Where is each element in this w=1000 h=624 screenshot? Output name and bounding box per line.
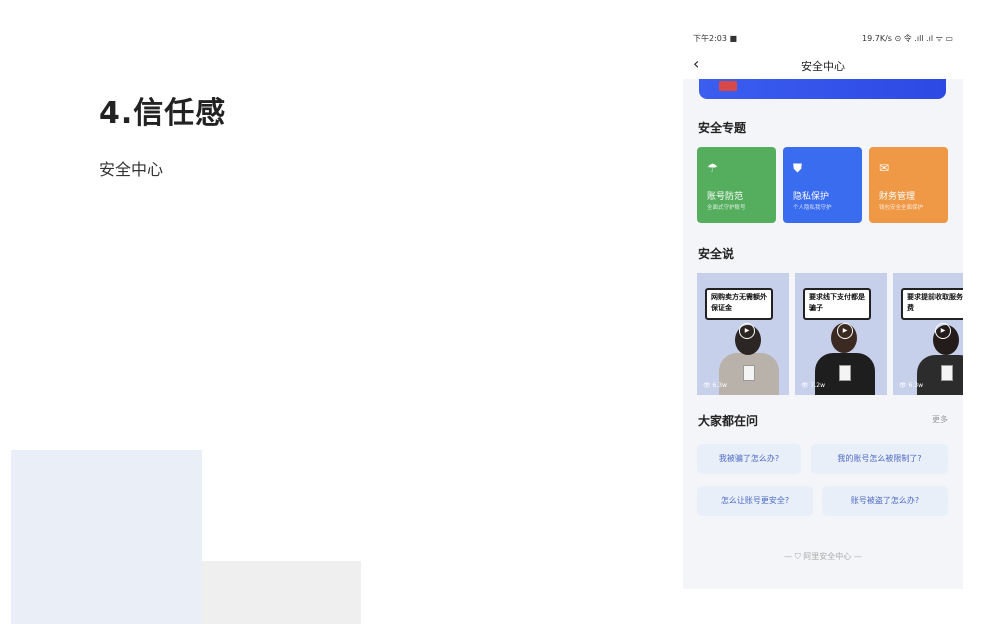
topic-card-desc: 钱包安全全面保护 [879, 205, 924, 211]
topic-card-desc: 全面式守护账号 [707, 205, 746, 211]
video-card[interactable]: 网购卖方无需额外保证金 ▶ 👁 6.3w [697, 273, 789, 395]
view-count: 👁 7.2w [801, 382, 825, 389]
section-title-faq: 大家都在问 [698, 414, 759, 428]
promo-banner[interactable] [699, 79, 946, 99]
topic-card-finance[interactable]: ✉ 财务管理 钱包安全全面保护 [869, 147, 948, 223]
lanyard-badge [743, 365, 755, 381]
decorative-block-blue [11, 450, 202, 624]
topic-card-title: 账号防范 [707, 192, 744, 202]
lanyard-badge [941, 365, 953, 381]
video-caption: 要求线下支付都是骗子 [803, 288, 871, 320]
video-caption: 要求提前收取服务费 [901, 288, 963, 320]
bag-icon: ✉ [879, 161, 890, 175]
banner-image-icon [719, 81, 737, 91]
umbrella-icon: ☂ [707, 161, 718, 175]
play-icon: ▶ [739, 323, 755, 339]
faq-chip[interactable]: 我被骗了怎么办? [697, 444, 801, 474]
section-title-topics: 安全专题 [698, 121, 747, 135]
topic-card-account[interactable]: ☂ 账号防范 全面式守护账号 [697, 147, 776, 223]
status-time: 下午2:03 ■ [693, 34, 738, 43]
nav-bar: ‹ 安全中心 [683, 51, 963, 79]
slide-subtitle: 安全中心 [99, 160, 164, 179]
topic-card-desc: 个人隐私我守护 [793, 205, 832, 211]
page-title: 安全中心 [801, 60, 845, 73]
faq-chip[interactable]: 我的账号怎么被限制了? [811, 444, 948, 474]
slide-title: 4.信任感 [99, 96, 227, 131]
more-link[interactable]: 更多 [932, 414, 948, 425]
topic-card-title: 隐私保护 [793, 192, 830, 202]
video-card[interactable]: 要求提前收取服务费 ▶ 👁 6.3w [893, 273, 963, 395]
shield-icon: ⛊ [793, 161, 803, 175]
presenter-body [917, 355, 963, 395]
play-icon: ▶ [837, 323, 853, 339]
video-card[interactable]: 要求线下支付都是骗子 ▶ 👁 7.2w [795, 273, 887, 395]
view-count: 👁 6.3w [703, 382, 727, 389]
topic-cards: ☂ 账号防范 全面式守护账号 ⛊ 隐私保护 个人隐私我守护 ✉ 财务管理 钱包安… [697, 147, 949, 223]
topic-card-title: 财务管理 [879, 192, 916, 202]
play-icon: ▶ [935, 323, 951, 339]
faq-chip[interactable]: 怎么让账号更安全? [697, 486, 813, 516]
video-carousel[interactable]: 网购卖方无需额外保证金 ▶ 👁 6.3w 要求线下支付都是骗子 ▶ 👁 7.2w… [697, 273, 963, 395]
decorative-block-gray [202, 561, 361, 624]
eye-icon: 👁 [899, 382, 907, 389]
video-caption: 网购卖方无需额外保证金 [705, 288, 773, 320]
section-title-talks: 安全说 [698, 247, 735, 261]
lanyard-badge [839, 365, 851, 381]
eye-icon: 👁 [801, 382, 809, 389]
status-bar: 下午2:03 ■ 19.7K/s ⊙ 令 .ıll .ıl ᯤ ▭ [683, 23, 963, 51]
topic-card-privacy[interactable]: ⛊ 隐私保护 个人隐私我守护 [783, 147, 862, 223]
footer-brand: — ⛉ 阿里安全中心 — [784, 552, 862, 561]
phone-screen: 下午2:03 ■ 19.7K/s ⊙ 令 .ıll .ıl ᯤ ▭ ‹ 安全中心… [683, 23, 963, 589]
eye-icon: 👁 [703, 382, 711, 389]
status-indicators: 19.7K/s ⊙ 令 .ıll .ıl ᯤ ▭ [862, 34, 953, 43]
faq-chip[interactable]: 账号被盗了怎么办? [822, 486, 948, 516]
view-count: 👁 6.3w [899, 382, 923, 389]
